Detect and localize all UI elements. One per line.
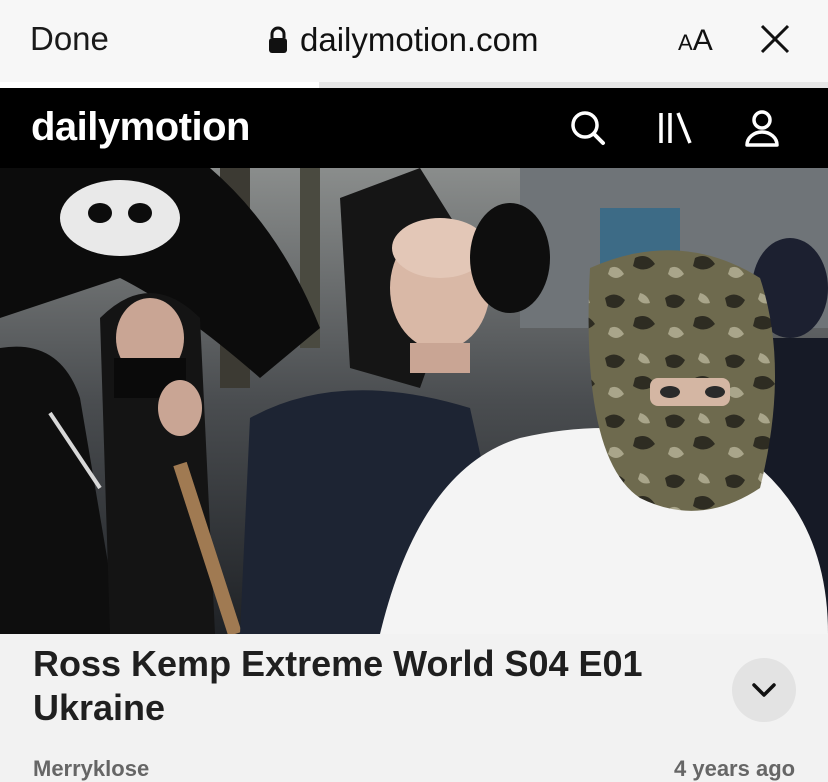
- done-button[interactable]: Done: [30, 20, 109, 58]
- site-header: dailymotion: [0, 88, 828, 168]
- video-info: Ross Kemp Extreme World S04 E01 Ukraine …: [0, 634, 828, 781]
- user-icon[interactable]: [742, 108, 782, 148]
- search-icon[interactable]: [568, 108, 608, 148]
- dailymotion-logo[interactable]: dailymotion: [31, 105, 250, 150]
- lock-icon: [268, 26, 288, 54]
- video-player[interactable]: [0, 168, 828, 634]
- expand-description-button[interactable]: [732, 658, 796, 722]
- video-frame-image: [0, 168, 828, 634]
- chevron-down-icon: [752, 683, 776, 697]
- text-size-small-label: A: [678, 30, 693, 55]
- close-icon[interactable]: [758, 22, 792, 56]
- channel-name[interactable]: Merryklose: [33, 756, 149, 782]
- text-size-button[interactable]: AA: [678, 24, 713, 58]
- upload-age: 4 years ago: [674, 756, 796, 781]
- library-icon[interactable]: [655, 108, 695, 148]
- video-title: Ross Kemp Extreme World S04 E01 Ukraine: [33, 643, 643, 728]
- address-bar[interactable]: dailymotion.com: [268, 20, 538, 60]
- browser-toolbar: Done dailymotion.com AA: [0, 0, 828, 82]
- text-size-large-label: A: [692, 24, 713, 57]
- url-text: dailymotion.com: [300, 21, 539, 58]
